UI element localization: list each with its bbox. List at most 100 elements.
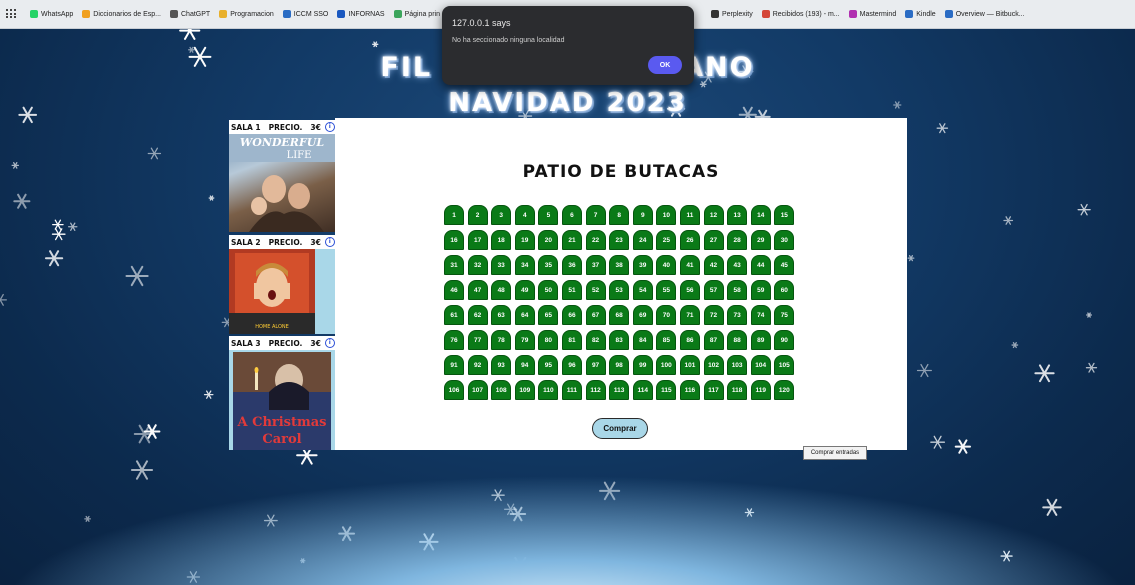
- seat-button[interactable]: 115: [656, 380, 677, 400]
- poster-christmas-carol[interactable]: A Christmas Carol: [229, 350, 335, 450]
- bookmark-item[interactable]: Recibidos (193) - m...: [761, 10, 840, 18]
- seat-button[interactable]: 69: [632, 305, 653, 325]
- seat-button[interactable]: 75: [774, 305, 795, 325]
- seat-button[interactable]: 76: [444, 330, 464, 350]
- seat-button[interactable]: 104: [750, 355, 771, 375]
- seat-button[interactable]: 45: [774, 255, 795, 275]
- seat-button[interactable]: 109: [514, 380, 535, 400]
- seat-button[interactable]: 13: [727, 205, 748, 225]
- seat-button[interactable]: 36: [561, 255, 582, 275]
- seat-button[interactable]: 110: [538, 380, 559, 400]
- seat-button[interactable]: 120: [774, 380, 795, 400]
- seat-button[interactable]: 73: [727, 305, 748, 325]
- info-icon[interactable]: i: [324, 338, 335, 348]
- bookmark-item[interactable]: Diccionarios de Esp...: [82, 10, 161, 18]
- seat-button[interactable]: 117: [703, 380, 724, 400]
- seat-button[interactable]: 3: [491, 205, 512, 225]
- seat-button[interactable]: 33: [491, 255, 512, 275]
- seat-button[interactable]: 107: [467, 380, 488, 400]
- seat-button[interactable]: 80: [538, 330, 559, 350]
- seat-button[interactable]: 83: [609, 330, 630, 350]
- seat-button[interactable]: 102: [703, 355, 724, 375]
- seat-button[interactable]: 112: [585, 380, 606, 400]
- seat-button[interactable]: 35: [538, 255, 559, 275]
- seat-button[interactable]: 99: [632, 355, 653, 375]
- bookmark-item[interactable]: ICCM SSO: [282, 10, 328, 18]
- seat-button[interactable]: 43: [727, 255, 748, 275]
- seat-button[interactable]: 71: [679, 305, 700, 325]
- seat-button[interactable]: 66: [561, 305, 582, 325]
- seat-button[interactable]: 106: [444, 380, 464, 400]
- info-icon[interactable]: i: [324, 237, 335, 247]
- seat-button[interactable]: 2: [467, 205, 488, 225]
- seat-button[interactable]: 17: [467, 230, 488, 250]
- seat-button[interactable]: 48: [491, 280, 512, 300]
- seat-button[interactable]: 50: [538, 280, 559, 300]
- seat-button[interactable]: 49: [514, 280, 535, 300]
- seat-button[interactable]: 44: [750, 255, 771, 275]
- seat-button[interactable]: 4: [514, 205, 535, 225]
- seat-button[interactable]: 11: [679, 205, 700, 225]
- seat-button[interactable]: 6: [561, 205, 582, 225]
- seat-button[interactable]: 23: [609, 230, 630, 250]
- seat-button[interactable]: 53: [609, 280, 630, 300]
- seat-button[interactable]: 24: [632, 230, 653, 250]
- seat-button[interactable]: 88: [727, 330, 748, 350]
- seat-button[interactable]: 87: [703, 330, 724, 350]
- seat-button[interactable]: 97: [585, 355, 606, 375]
- bookmark-item[interactable]: Mastermind: [848, 10, 896, 18]
- seat-button[interactable]: 26: [679, 230, 700, 250]
- seat-button[interactable]: 27: [703, 230, 724, 250]
- seat-button[interactable]: 30: [774, 230, 795, 250]
- seat-button[interactable]: 8: [609, 205, 630, 225]
- seat-button[interactable]: 101: [679, 355, 700, 375]
- seat-button[interactable]: 91: [444, 355, 464, 375]
- seat-button[interactable]: 64: [514, 305, 535, 325]
- seat-button[interactable]: 38: [609, 255, 630, 275]
- seat-button[interactable]: 51: [561, 280, 582, 300]
- seat-button[interactable]: 118: [727, 380, 748, 400]
- seat-button[interactable]: 29: [750, 230, 771, 250]
- seat-button[interactable]: 96: [561, 355, 582, 375]
- poster-home-alone[interactable]: HOME ALONE: [229, 249, 335, 334]
- bookmark-item[interactable]: ChatGPT: [170, 10, 210, 18]
- seat-button[interactable]: 78: [491, 330, 512, 350]
- seat-button[interactable]: 81: [561, 330, 582, 350]
- seat-button[interactable]: 68: [609, 305, 630, 325]
- seat-button[interactable]: 61: [444, 305, 464, 325]
- seat-button[interactable]: 5: [538, 205, 559, 225]
- seat-button[interactable]: 82: [585, 330, 606, 350]
- seat-button[interactable]: 79: [514, 330, 535, 350]
- seat-button[interactable]: 85: [656, 330, 677, 350]
- seat-button[interactable]: 20: [538, 230, 559, 250]
- seat-button[interactable]: 18: [491, 230, 512, 250]
- seat-button[interactable]: 108: [491, 380, 512, 400]
- bookmark-item[interactable]: Programacion: [219, 10, 274, 18]
- seat-button[interactable]: 25: [656, 230, 677, 250]
- seat-button[interactable]: 19: [514, 230, 535, 250]
- seat-button[interactable]: 105: [774, 355, 795, 375]
- seat-button[interactable]: 12: [703, 205, 724, 225]
- seat-button[interactable]: 37: [585, 255, 606, 275]
- seat-button[interactable]: 103: [727, 355, 748, 375]
- bookmark-item[interactable]: WhatsApp: [30, 10, 73, 18]
- seat-button[interactable]: 77: [467, 330, 488, 350]
- seat-button[interactable]: 114: [632, 380, 653, 400]
- seat-button[interactable]: 15: [774, 205, 795, 225]
- seat-button[interactable]: 72: [703, 305, 724, 325]
- seat-button[interactable]: 113: [609, 380, 630, 400]
- seat-button[interactable]: 93: [491, 355, 512, 375]
- seat-button[interactable]: 52: [585, 280, 606, 300]
- seat-button[interactable]: 14: [750, 205, 771, 225]
- seat-button[interactable]: 22: [585, 230, 606, 250]
- seat-button[interactable]: 42: [703, 255, 724, 275]
- seat-button[interactable]: 28: [727, 230, 748, 250]
- poster-wonderful-life[interactable]: WONDERFUL LIFE: [229, 134, 335, 232]
- seat-button[interactable]: 84: [632, 330, 653, 350]
- buy-button[interactable]: Comprar: [592, 418, 648, 439]
- seat-button[interactable]: 46: [444, 280, 464, 300]
- seat-button[interactable]: 32: [467, 255, 488, 275]
- seat-button[interactable]: 59: [750, 280, 771, 300]
- seat-button[interactable]: 10: [656, 205, 677, 225]
- seat-button[interactable]: 40: [656, 255, 677, 275]
